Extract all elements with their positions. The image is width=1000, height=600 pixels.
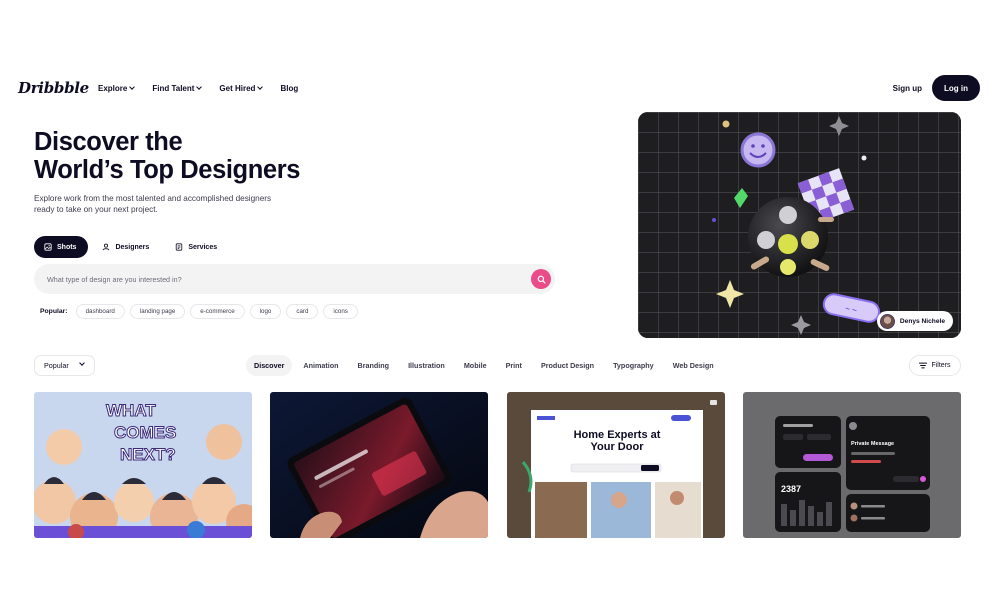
log-in-button[interactable]: Log in [932, 75, 980, 101]
filters-button[interactable]: Filters [909, 355, 961, 376]
svg-text:COMES: COMES [114, 423, 176, 442]
shot-card-home-experts[interactable]: Home Experts at Your Door [507, 392, 725, 538]
nav-get-hired[interactable]: Get Hired [219, 83, 264, 93]
tablet-app-thumbnail [270, 392, 488, 538]
chevron-down-icon [129, 84, 136, 90]
dashboard-ui-thumbnail: 2387 Private Message [743, 392, 961, 538]
nav-auth: Sign up Log in [893, 75, 980, 101]
hero-subtitle: Explore work from the most talented and … [34, 194, 272, 214]
user-icon [103, 243, 110, 251]
shot-card-comic[interactable]: WHAT COMES NEXT? [34, 392, 252, 538]
chevron-down-icon [79, 360, 85, 366]
shot-card-dashboard[interactable]: 2387 Private Message [743, 392, 961, 538]
nav-links: Explore Find Talent Get Hired Blog [98, 84, 298, 93]
designer-name: Denys Nichele [899, 317, 945, 325]
svg-text:Private Message: Private Message [851, 441, 894, 447]
tag-icons[interactable]: icons [323, 304, 358, 319]
popular-label: Popular: [40, 308, 68, 315]
sign-up-link[interactable]: Sign up [893, 84, 922, 93]
nav-blog[interactable]: Blog [280, 84, 298, 93]
image-icon [44, 243, 52, 251]
sort-select[interactable]: Popular [34, 355, 95, 376]
nav-find-talent[interactable]: Find Talent [152, 83, 203, 93]
nav-explore[interactable]: Explore [98, 83, 136, 93]
search-type-segments: Shots Designers Services [34, 236, 229, 258]
filters-label: Filters [931, 362, 951, 369]
hero-title-line1: Discover the [34, 128, 183, 156]
tab-print[interactable]: Print [498, 355, 530, 376]
hero-title: Discover the World’s Top Designers [34, 128, 364, 184]
tag-card[interactable]: card [286, 304, 319, 319]
document-icon [176, 243, 183, 251]
svg-text:Home Experts at: Home Experts at [574, 429, 661, 441]
tab-product-design[interactable]: Product Design [533, 355, 602, 376]
designer-credit-badge[interactable]: Denys Nichele [876, 311, 953, 331]
home-experts-thumbnail: Home Experts at Your Door [507, 392, 725, 538]
avatar [879, 313, 895, 329]
nav-blog-label: Blog [280, 83, 299, 93]
segment-shots[interactable]: Shots [34, 236, 89, 258]
segment-services[interactable]: Services [165, 236, 229, 258]
nav-explore-label: Explore [98, 83, 128, 93]
svg-text:2387: 2387 [781, 484, 801, 494]
tab-mobile[interactable]: Mobile [456, 355, 495, 376]
category-tabs: Discover Animation Branding Illustration… [246, 355, 722, 376]
segment-shots-label: Shots [57, 243, 77, 251]
popular-tags: Popular: dashboard landing page e-commer… [40, 304, 358, 319]
tab-branding[interactable]: Branding [350, 355, 398, 376]
top-nav: Dribbble Explore Find Talent Get Hired B… [18, 74, 980, 102]
tab-illustration[interactable]: Illustration [400, 355, 453, 376]
segment-designers[interactable]: Designers [92, 236, 161, 258]
tab-discover[interactable]: Discover [246, 355, 293, 376]
search-bar [34, 264, 555, 294]
svg-text:Your Door: Your Door [591, 441, 645, 453]
tag-e-commerce[interactable]: e-commerce [190, 304, 245, 319]
hero-featured-image[interactable]: ~ ~ Denys Nichele [638, 112, 961, 338]
tag-dashboard[interactable]: dashboard [75, 304, 125, 319]
chevron-down-icon [196, 84, 203, 90]
comic-illustration-thumbnail: WHAT COMES NEXT? [34, 392, 252, 538]
search-button[interactable] [531, 269, 551, 289]
search-icon [537, 275, 546, 284]
nav-find-talent-label: Find Talent [152, 83, 195, 93]
tag-landing-page[interactable]: landing page [129, 304, 186, 319]
svg-text:NEXT?: NEXT? [120, 445, 176, 464]
nav-get-hired-label: Get Hired [219, 83, 256, 93]
tab-animation[interactable]: Animation [295, 355, 346, 376]
shot-card-tablet[interactable] [270, 392, 488, 538]
segment-designers-label: Designers [115, 243, 150, 251]
hero-title-line2: World’s Top Designers [34, 156, 300, 184]
tag-logo[interactable]: logo [249, 304, 282, 319]
chevron-down-icon [257, 84, 264, 90]
segment-services-label: Services [188, 243, 218, 251]
tab-typography[interactable]: Typography [605, 355, 662, 376]
featured-3d-illustration: ~ ~ [638, 112, 961, 338]
filter-icon [919, 362, 928, 369]
tab-web-design[interactable]: Web Design [665, 355, 722, 376]
search-input[interactable] [47, 274, 507, 284]
dribbble-logo[interactable]: Dribbble [18, 79, 98, 97]
sort-select-value: Popular [44, 361, 69, 370]
svg-text:WHAT: WHAT [106, 401, 156, 420]
